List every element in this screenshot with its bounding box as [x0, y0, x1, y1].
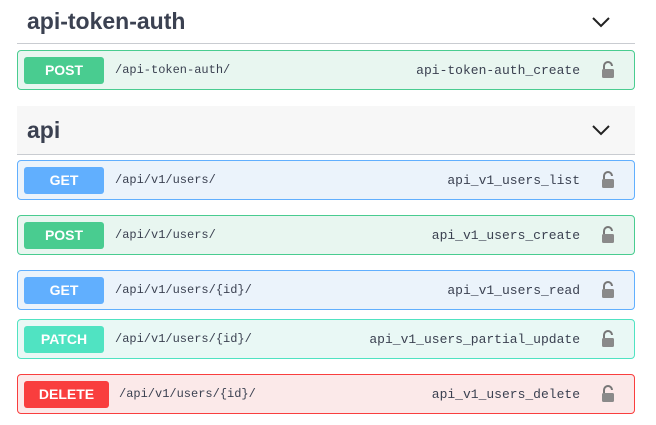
method-badge: DELETE: [24, 380, 109, 408]
operation-post-users-create[interactable]: POST /api/v1/users/ api_v1_users_create: [17, 215, 635, 255]
operation-path: /api-token-auth/: [115, 63, 231, 77]
lock-icon[interactable]: [600, 330, 616, 348]
operation-id: api_v1_users_list: [447, 172, 580, 188]
lock-icon[interactable]: [600, 281, 616, 299]
chevron-down-icon[interactable]: [587, 8, 615, 36]
operation-post-api-token-auth[interactable]: POST /api-token-auth/ api-token-auth_cre…: [17, 50, 635, 90]
method-badge: PATCH: [24, 325, 104, 353]
operation-id: api-token-auth_create: [416, 62, 580, 78]
operation-id: api_v1_users_partial_update: [369, 331, 580, 347]
operation-id: api_v1_users_create: [431, 227, 580, 243]
operation-get-users-read[interactable]: GET /api/v1/users/{id}/ api_v1_users_rea…: [17, 270, 635, 310]
operation-delete-users[interactable]: DELETE /api/v1/users/{id}/ api_v1_users_…: [17, 374, 635, 414]
method-badge: POST: [24, 221, 104, 249]
operation-path: /api/v1/users/{id}/: [115, 283, 252, 297]
lock-icon[interactable]: [600, 226, 616, 244]
section-title: api: [27, 116, 61, 143]
lock-icon[interactable]: [600, 171, 616, 189]
method-badge: GET: [24, 276, 104, 304]
operation-path: /api/v1/users/: [115, 228, 216, 242]
lock-icon[interactable]: [600, 385, 616, 403]
operation-path: /api/v1/users/{id}/: [119, 387, 256, 401]
method-badge: POST: [24, 56, 104, 84]
operation-get-users-list[interactable]: GET /api/v1/users/ api_v1_users_list: [17, 160, 635, 200]
operation-path: /api/v1/users/{id}/: [115, 332, 252, 346]
operation-id: api_v1_users_read: [447, 282, 580, 298]
operation-id: api_v1_users_delete: [431, 386, 580, 402]
section-title: api-token-auth: [27, 8, 186, 34]
operation-path: /api/v1/users/: [115, 173, 216, 187]
method-badge: GET: [24, 166, 104, 194]
chevron-down-icon[interactable]: [587, 116, 615, 144]
lock-icon[interactable]: [600, 61, 616, 79]
operation-patch-users-partial-update[interactable]: PATCH /api/v1/users/{id}/ api_v1_users_p…: [17, 319, 635, 359]
section-header-api-token-auth[interactable]: api-token-auth: [17, 0, 635, 44]
section-header-api[interactable]: api: [17, 106, 635, 155]
